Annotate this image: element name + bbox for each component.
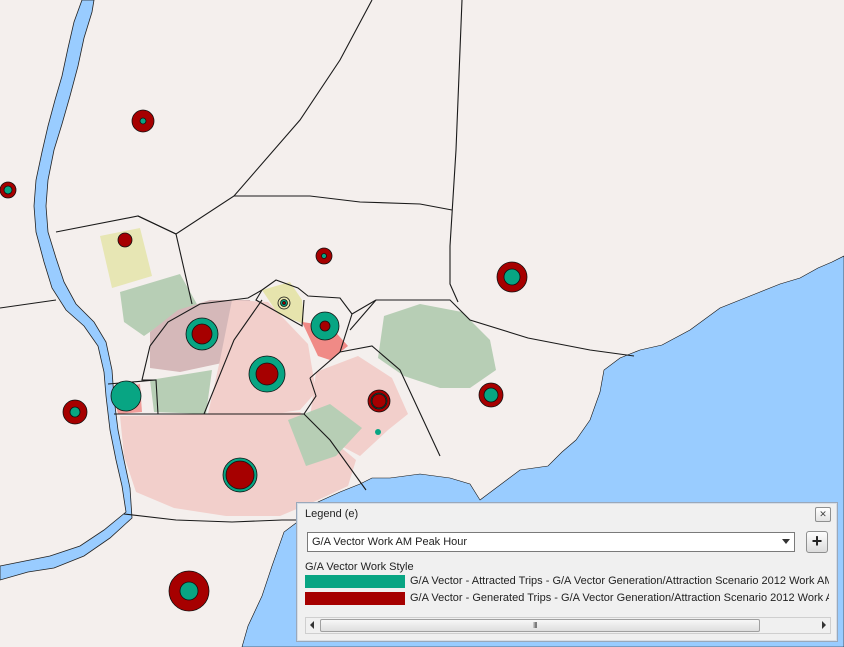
legend-item-label: G/A Vector - Generated Trips - G/A Vecto… bbox=[410, 592, 829, 604]
trip-circle bbox=[185, 317, 219, 351]
plus-icon[interactable]: + bbox=[806, 531, 828, 553]
close-icon[interactable]: ✕ bbox=[815, 507, 831, 522]
trip-circle bbox=[0, 181, 17, 199]
scroll-right-icon[interactable] bbox=[822, 621, 826, 629]
legend-style-title: G/A Vector Work Style bbox=[305, 561, 414, 573]
legend-item-attracted: G/A Vector - Attracted Trips - G/A Vecto… bbox=[305, 575, 829, 589]
legend-horizontal-scrollbar[interactable]: III bbox=[305, 617, 831, 634]
trip-circle bbox=[62, 399, 88, 425]
trip-circle bbox=[310, 311, 340, 341]
legend-view-select-value: G/A Vector Work AM Peak Hour bbox=[312, 536, 468, 548]
scroll-thumb[interactable]: III bbox=[320, 619, 760, 632]
scroll-left-icon[interactable] bbox=[310, 621, 314, 629]
trip-circle bbox=[315, 247, 333, 265]
legend-item-label: G/A Vector - Attracted Trips - G/A Vecto… bbox=[410, 575, 829, 587]
trip-circle bbox=[110, 380, 142, 412]
trip-circle bbox=[367, 389, 391, 413]
trip-circle bbox=[478, 382, 504, 408]
legend-view-select[interactable]: G/A Vector Work AM Peak Hour bbox=[307, 532, 795, 552]
chevron-down-icon[interactable] bbox=[782, 539, 790, 544]
trip-circle bbox=[248, 355, 286, 393]
legend-title: Legend (e) bbox=[305, 508, 359, 520]
trip-circle bbox=[277, 296, 291, 310]
scroll-grip: III bbox=[533, 621, 538, 630]
trip-circle bbox=[375, 429, 381, 435]
trip-circle bbox=[496, 261, 528, 293]
trip-circle bbox=[131, 109, 155, 133]
trip-circle bbox=[222, 457, 258, 493]
trip-circle bbox=[117, 232, 133, 248]
legend-panel[interactable]: Legend (e) ✕ G/A Vector Work AM Peak Hou… bbox=[296, 502, 838, 642]
attracted-swatch bbox=[305, 575, 405, 588]
legend-item-generated: G/A Vector - Generated Trips - G/A Vecto… bbox=[305, 592, 829, 606]
trip-circle bbox=[168, 570, 210, 612]
generated-swatch bbox=[305, 592, 405, 605]
legend-titlebar[interactable]: Legend (e) ✕ bbox=[297, 503, 837, 525]
